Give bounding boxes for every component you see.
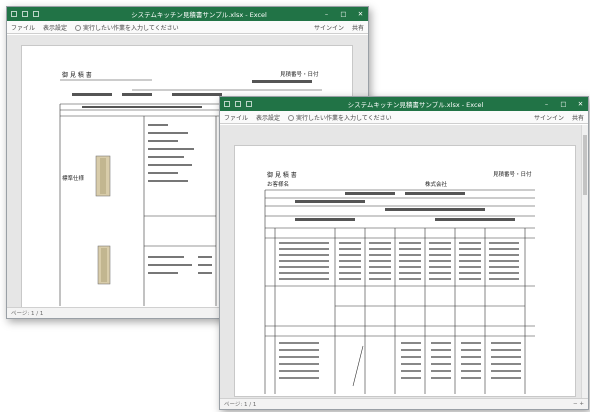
signin-link[interactable]: サインイン — [534, 113, 564, 122]
tell-me-box[interactable]: 実行したい作業を入力してください — [288, 113, 392, 122]
tell-me-label: 実行したい作業を入力してください — [83, 24, 179, 32]
lightbulb-icon — [75, 25, 82, 31]
menu-bar: ファイル 表示設定 実行したい作業を入力してください サインイン 共有 — [7, 21, 368, 34]
close-icon[interactable]: ✕ — [357, 10, 364, 18]
redo-icon[interactable] — [246, 101, 252, 107]
save-icon[interactable] — [11, 11, 17, 17]
quick-access-toolbar — [224, 101, 294, 107]
view-settings-menu[interactable]: 表示設定 — [43, 23, 67, 32]
front-excel-window[interactable]: システムキッチン見積書サンプル.xlsx - Excel – □ ✕ ファイル … — [219, 96, 589, 410]
scrollbar-thumb[interactable] — [583, 135, 587, 195]
file-menu[interactable]: ファイル — [224, 113, 248, 122]
save-icon[interactable] — [224, 101, 230, 107]
zoom-control[interactable]: − + — [573, 401, 584, 407]
file-menu[interactable]: ファイル — [11, 23, 35, 32]
window-title: システムキッチン見積書サンプル.xlsx - Excel — [131, 11, 267, 19]
minimize-icon[interactable]: – — [543, 100, 550, 108]
close-icon[interactable]: ✕ — [577, 100, 584, 108]
page-indicator: ページ: 1 / 1 — [11, 311, 44, 317]
minimize-icon[interactable]: – — [323, 10, 330, 18]
title-bar[interactable]: システムキッチン見積書サンプル.xlsx - Excel – □ ✕ — [7, 7, 368, 21]
window-title: システムキッチン見積書サンプル.xlsx - Excel — [347, 101, 484, 109]
menu-bar: ファイル 表示設定 実行したい作業を入力してください サインイン 共有 — [220, 111, 588, 124]
undo-icon[interactable] — [22, 11, 28, 17]
undo-icon[interactable] — [235, 101, 241, 107]
sheet-drawing — [264, 189, 535, 394]
status-bar: ページ: 1 / 1 − + — [220, 398, 588, 409]
print-preview-area: 御 見 積 書 見積番号・日付 お客様名 株式会社 — [220, 125, 588, 399]
maximize-icon[interactable]: □ — [560, 100, 567, 108]
tell-me-label: 実行したい作業を入力してください — [296, 114, 392, 122]
quick-access-toolbar — [11, 11, 81, 17]
title-bar[interactable]: システムキッチン見積書サンプル.xlsx - Excel – □ ✕ — [220, 97, 588, 111]
redo-icon[interactable] — [33, 11, 39, 17]
preview-page: 御 見 積 書 見積番号・日付 お客様名 株式会社 — [234, 145, 576, 397]
share-button[interactable]: 共有 — [572, 113, 584, 122]
tell-me-box[interactable]: 実行したい作業を入力してください — [75, 23, 179, 32]
lightbulb-icon — [288, 115, 295, 121]
signin-link[interactable]: サインイン — [314, 23, 344, 32]
view-settings-menu[interactable]: 表示設定 — [256, 113, 280, 122]
share-button[interactable]: 共有 — [352, 23, 364, 32]
maximize-icon[interactable]: □ — [340, 10, 347, 18]
vertical-scrollbar[interactable] — [581, 125, 588, 399]
page-indicator: ページ: 1 / 1 — [224, 402, 257, 408]
